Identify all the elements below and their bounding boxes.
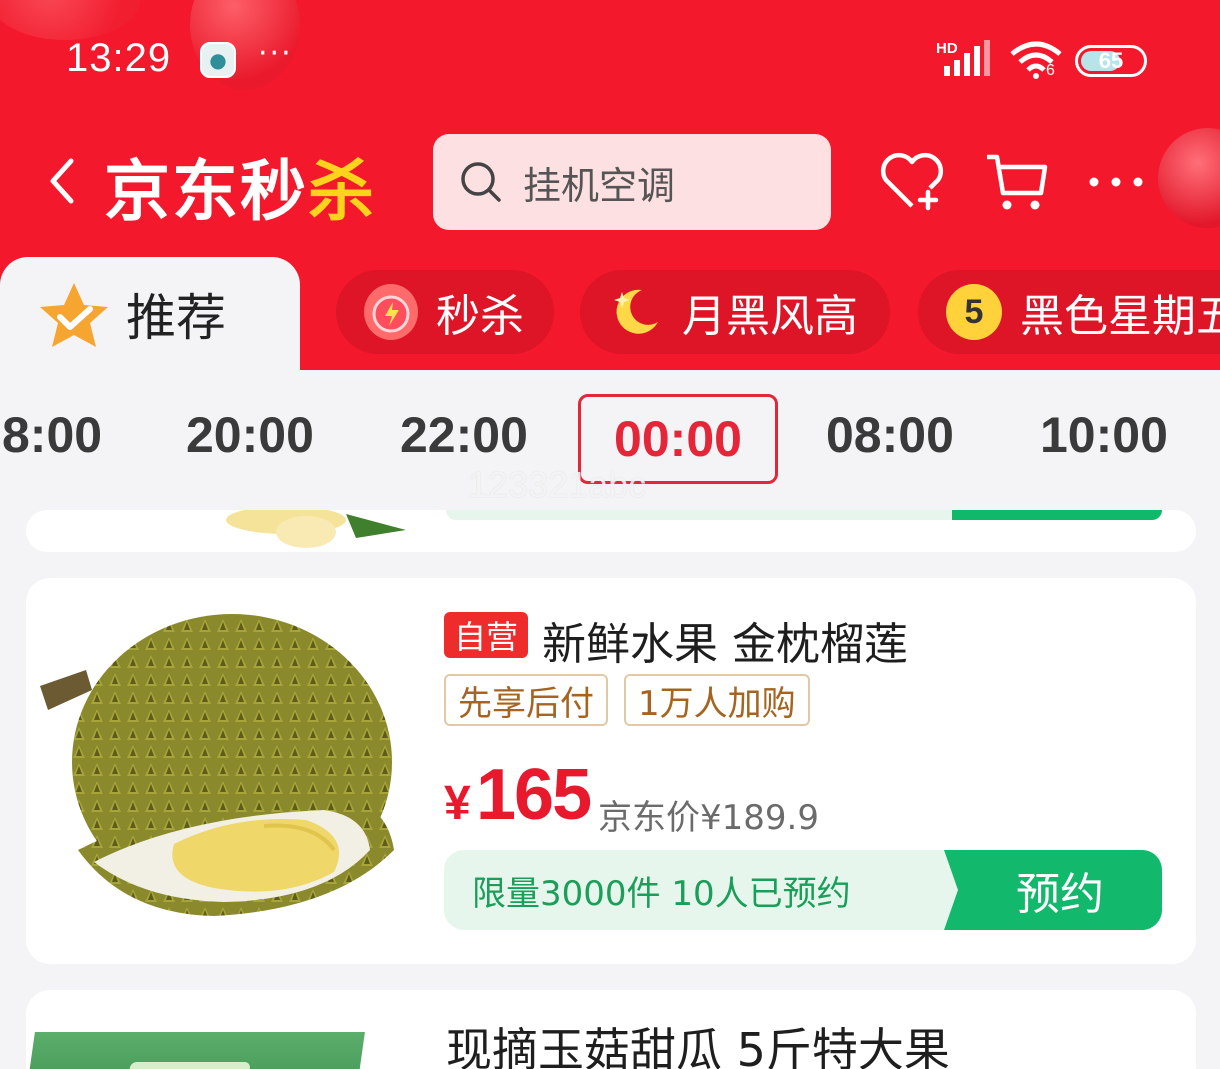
battery-icon: 65 [1075,45,1147,77]
tab-label: 秒杀 [436,291,524,342]
status-time: 13:29 [66,36,172,80]
search-input[interactable]: 挂机空调 [433,134,831,230]
price-currency: ¥ [444,777,471,830]
box-label-graphic [125,1062,251,1069]
time-slot[interactable]: 08:00 [826,406,954,464]
battery-percent: 65 [1098,48,1124,73]
time-slot-bar: 8:00 20:00 22:00 00:00 08:00 10:00 12332… [0,370,1220,510]
promo-tag: 先享后付 [444,674,608,726]
brand-title-highlight: 杀 [308,153,376,230]
time-slot[interactable]: 10:00 [1040,406,1168,464]
reserve-button[interactable]: 预约 [944,850,1162,930]
alarm-clock-icon [364,284,418,340]
product-title[interactable]: 现摘玉菇甜瓜 5斤特大果 [446,1014,950,1069]
product-image [226,510,406,548]
product-card[interactable]: 现摘玉菇甜瓜 5斤特大果 [26,990,1196,1069]
cart-icon [987,154,1048,210]
star-check-icon [40,282,108,347]
reservation-bar [446,510,1162,520]
favorite-add-icon [880,152,944,211]
tab-label: 黑色星期五 [1020,291,1220,342]
more-button[interactable] [1080,146,1152,218]
balloon-decoration [0,0,140,40]
watermark: 123321abc [468,464,647,505]
promo-tag: 1万人加购 [624,674,810,726]
tab-label: 推荐 [126,288,226,347]
product-image [40,614,394,916]
chevron-left-icon [50,158,74,204]
notification-app-icon: ● [200,42,236,78]
back-button[interactable] [40,156,84,206]
product-card-previous[interactable] [26,510,1196,552]
cart-button[interactable] [980,146,1052,218]
moon-icon [608,284,664,340]
seckill-price: 165 [476,755,592,835]
top-header: 13:29 ● ··· HD 6 65 京东秒杀 挂机空调 推荐 秒杀 月黑风高… [0,0,1220,370]
search-placeholder: 挂机空调 [523,163,676,208]
reservation-bar: 限量3000件 10人已预约 预约 [444,850,1162,930]
number-five-badge-icon: 5 [946,284,1002,340]
time-slot[interactable]: 22:00 [400,406,528,464]
wifi-generation-label: 6 [1046,62,1055,79]
tab-black-friday[interactable]: 5 黑色星期五 [918,270,1220,354]
self-operated-badge: 自营 [444,612,529,658]
favorite-add-button[interactable] [876,146,948,218]
search-icon [461,162,501,202]
tab-seckill[interactable]: 秒杀 [336,270,554,354]
original-price: 京东价¥189.9 [598,798,819,838]
status-more-dots: ··· [258,36,293,71]
stock-info: 限量3000件 10人已预约 [472,874,851,914]
tab-recommend[interactable]: 推荐 [0,257,300,370]
page-title: 京东秒杀 [104,138,376,234]
network-type-label: HD [936,40,958,57]
reserve-button[interactable] [952,510,1162,520]
product-card[interactable]: 自营 新鲜水果 金枕榴莲 先享后付 1万人加购 ¥ 165 京东价¥189.9 … [26,578,1196,964]
time-slot[interactable]: 8:00 [2,406,102,464]
tab-dark-night[interactable]: 月黑风高 [580,270,890,354]
more-icon [1089,177,1143,187]
tab-label: 月黑风高 [682,291,858,342]
product-title[interactable]: 新鲜水果 金枕榴莲 [542,608,908,672]
wifi-icon [1010,41,1062,79]
product-image [26,1032,365,1069]
brand-title-main: 京东秒 [104,153,308,230]
balloon-decoration [1158,128,1220,228]
time-slot[interactable]: 20:00 [186,406,314,464]
